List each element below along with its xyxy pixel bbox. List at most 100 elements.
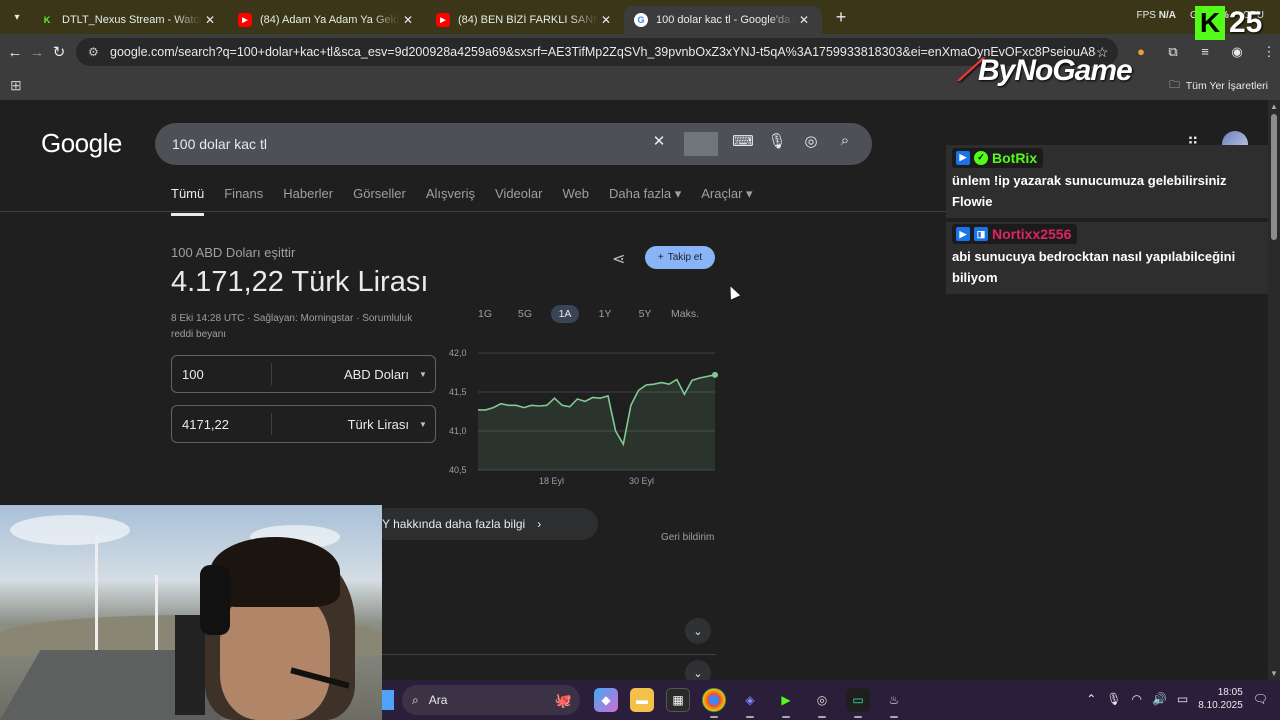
range-1y[interactable]: 1Y <box>585 305 625 323</box>
clock-time: 18:05 <box>1217 687 1243 698</box>
tray-overflow-icon[interactable]: ⌃ <box>1086 692 1096 706</box>
clock[interactable]: 18:05 8.10.2025 <box>1198 686 1243 712</box>
close-icon[interactable]: ✕ <box>796 13 812 27</box>
scroll-down-icon[interactable]: ▼ <box>1270 669 1278 678</box>
obs-icon[interactable]: ◎ <box>810 688 834 718</box>
chat-message: ▶ ✓ BotRix ünlem !ip yazarak sunucumuza … <box>946 145 1268 218</box>
kick-logo-icon: K <box>1195 6 1225 40</box>
range-1d[interactable]: 1G <box>465 305 505 323</box>
x-tick-label: 30 Eyl <box>629 476 654 486</box>
all-bookmarks[interactable]: 🗀 Tüm Yer İşaretleri <box>1169 77 1268 95</box>
notification-icon[interactable]: 🗨 <box>1253 692 1268 706</box>
chat-username: BotRix <box>992 149 1038 166</box>
chevron-down-icon[interactable]: ▼ <box>419 370 435 379</box>
close-icon[interactable]: ✕ <box>598 13 614 27</box>
forward-icon[interactable]: → <box>26 44 48 61</box>
new-tab-button[interactable]: + <box>828 7 854 28</box>
chart-area <box>478 374 715 470</box>
taskbar-search[interactable]: ⌕ Ara 🐙 <box>402 685 580 715</box>
url-text[interactable]: google.com/search?q=100+dolar+kac+tl&sca… <box>110 45 1096 59</box>
google-logo[interactable]: Google <box>41 128 122 159</box>
range-1m[interactable]: 1A <box>551 305 579 323</box>
share-icon[interactable]: ⋖ <box>612 249 625 269</box>
scroll-up-icon[interactable]: ▲ <box>1270 102 1278 111</box>
more-info-button[interactable]: Y hakkında daha fazla bilgi › <box>372 508 598 540</box>
range-selector: 1G 5G 1A 1Y 5Y Maks. <box>465 305 705 323</box>
conversion-result: 4.171,22 Türk Lirası <box>171 266 429 298</box>
to-amount-input[interactable]: 4171,22 <box>172 413 272 435</box>
volume-icon[interactable]: 🔊 <box>1152 692 1167 706</box>
stream-chat-overlay: ▶ ✓ BotRix ünlem !ip yazarak sunucumuza … <box>946 145 1268 298</box>
fps-label: FPS <box>1136 10 1156 21</box>
page-scrollbar[interactable]: ▲ ▼ <box>1268 100 1280 680</box>
chevron-down-icon[interactable]: ⌄ <box>685 618 711 644</box>
fps-value: N/A <box>1158 10 1176 21</box>
back-icon[interactable]: ← <box>4 44 26 61</box>
tab-youtube-1[interactable]: ▶ (84) Adam Ya Adam Ya Geldi Ad... ✕ <box>228 6 426 34</box>
voice-search-icon[interactable]: 🎙 <box>760 132 794 156</box>
tab-kick[interactable]: K DTLT_Nexus Stream - Watch Live ✕ <box>30 6 228 34</box>
reading-list-icon[interactable]: ≡ <box>1194 44 1216 60</box>
site-info-icon[interactable]: ⚙ <box>88 45 106 59</box>
scrollbar-thumb[interactable] <box>1271 114 1277 240</box>
puzzle-icon[interactable]: ⧉ <box>1162 44 1184 60</box>
webcam-feed <box>0 505 382 720</box>
tab-strip: ▾ K DTLT_Nexus Stream - Watch Live ✕ ▶ (… <box>0 0 1280 34</box>
feedback-link[interactable]: Geri bildirim <box>661 532 714 543</box>
wifi-icon[interactable]: ◠ <box>1131 692 1141 706</box>
microphone-icon[interactable]: 🎙 <box>1106 692 1121 706</box>
tab-search-button[interactable]: ▾ <box>4 4 30 30</box>
reload-icon[interactable]: ↻ <box>48 43 70 61</box>
copilot-icon[interactable]: ◆ <box>594 688 618 712</box>
chevron-down-icon[interactable]: ▼ <box>419 420 435 429</box>
search-box[interactable]: 100 dolar kac tl ✕ ⌨ 🎙 ◎ ⌕ <box>155 123 872 165</box>
chat-user: ▶ ◨ Nortixx2556 <box>952 224 1078 244</box>
bynogame-logo: ⟋ByNoGame <box>958 54 1133 88</box>
chat-user: ▶ ✓ BotRix <box>952 147 1044 168</box>
search-query[interactable]: 100 dolar kac tl <box>172 136 642 152</box>
start-icon[interactable] <box>382 690 394 710</box>
range-5d[interactable]: 5G <box>505 305 545 323</box>
menu-icon[interactable]: ⋮ <box>1258 44 1280 60</box>
headset <box>200 565 230 635</box>
search-icon[interactable]: ⌕ <box>828 132 862 156</box>
to-currency-select[interactable]: Türk Lirası <box>272 417 419 432</box>
y-tick-label: 41,5 <box>449 387 467 397</box>
steam-icon[interactable]: ♨ <box>882 688 906 718</box>
nvidia-app-icon[interactable]: ▭ <box>846 688 870 718</box>
clear-icon[interactable]: ✕ <box>642 132 676 156</box>
kick-viewer-badge: K 25 <box>1195 6 1262 40</box>
bynogame-text: ByNoGame <box>978 54 1133 87</box>
battery-icon[interactable]: ▭ <box>1177 692 1188 706</box>
exchange-rate-chart[interactable]: 42,0 41,5 41,0 40,5 18 Eyl 30 Eyl <box>445 345 720 490</box>
chat-username: Nortixx2556 <box>992 226 1072 242</box>
tab-title: (84) BEN BİZİ FARKLI SANMIŞTIM <box>458 14 598 26</box>
verified-icon: ✓ <box>974 150 988 165</box>
profile-icon[interactable]: ◉ <box>1226 44 1248 60</box>
close-icon[interactable]: ✕ <box>400 13 416 27</box>
streamer-face <box>220 590 330 720</box>
lens-icon[interactable]: ◎ <box>794 132 828 156</box>
from-currency-select[interactable]: ABD Doları <box>272 367 419 382</box>
apps-grid-icon[interactable]: ⊞ <box>10 77 22 94</box>
tab-youtube-2[interactable]: ▶ (84) BEN BİZİ FARKLI SANMIŞTIM ✕ <box>426 6 624 34</box>
close-icon[interactable]: ✕ <box>202 13 218 27</box>
store-icon[interactable]: ▦ <box>666 688 690 712</box>
more-info-label: Y hakkında daha fazla bilgi <box>382 517 526 531</box>
streaming-app-icon[interactable]: ▶ <box>774 688 798 718</box>
tab-title: 100 dolar kac tl - Google'da Ara <box>656 14 796 26</box>
lamp-pole <box>155 575 158 655</box>
bynogame-mark-icon: ⟋ <box>958 54 979 87</box>
extension-icon[interactable]: ● <box>1130 44 1152 60</box>
range-5y[interactable]: 5Y <box>625 305 665 323</box>
follow-button[interactable]: + Takip et <box>645 246 715 269</box>
tab-google[interactable]: G 100 dolar kac tl - Google'da Ara ✕ <box>624 6 822 34</box>
from-amount-input[interactable]: 100 <box>172 363 272 385</box>
file-explorer-icon[interactable]: ▬ <box>630 688 654 712</box>
chrome-icon[interactable] <box>702 688 726 718</box>
range-max[interactable]: Maks. <box>665 305 705 323</box>
app-diamond-icon[interactable]: ◈ <box>738 688 762 718</box>
keyboard-icon[interactable]: ⌨ <box>726 132 760 156</box>
from-currency-field: 100 ABD Doları ▼ <box>171 355 436 393</box>
source-meta: 8 Eki 14:28 UTC · Sağlayan: Morningstar … <box>171 313 413 340</box>
